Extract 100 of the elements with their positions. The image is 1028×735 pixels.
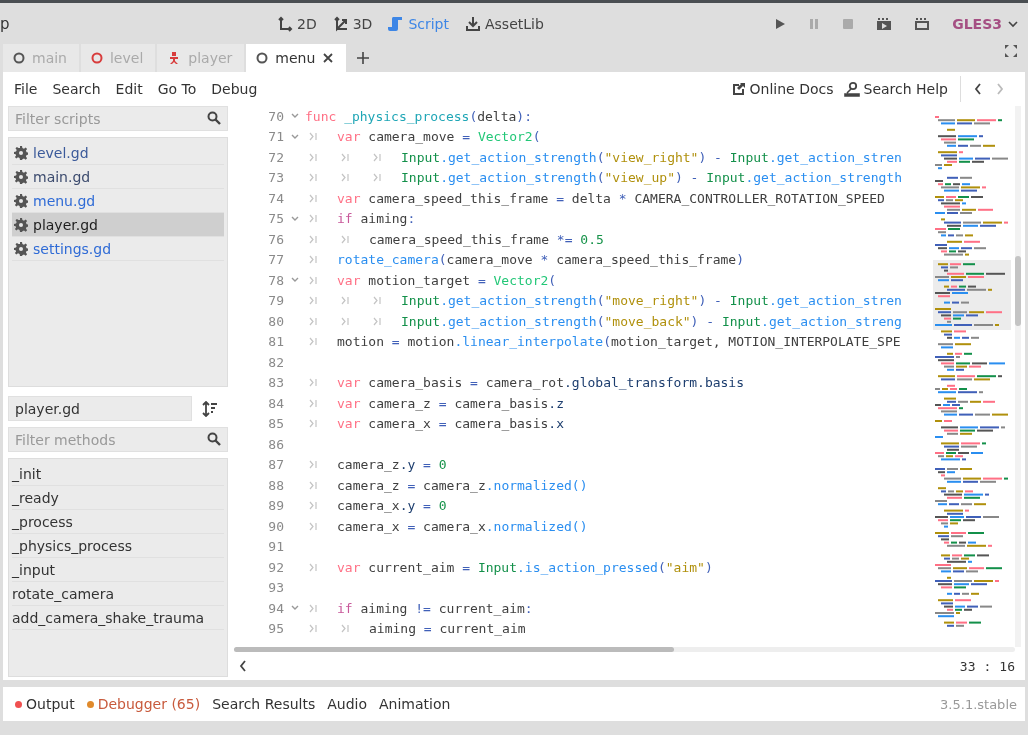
menu-item[interactable]: Debug <box>211 81 258 97</box>
line-number: 95 <box>267 621 284 637</box>
code-token: camera_x <box>367 416 431 432</box>
renderer-dropdown[interactable]: GLES3 <box>952 15 1018 32</box>
method-item[interactable]: _physics_process <box>12 534 224 558</box>
method-item[interactable]: rotate_camera <box>12 582 224 606</box>
code-token: ( <box>596 313 605 329</box>
method-item[interactable]: _ready <box>12 486 224 510</box>
code-token: _physics_process <box>344 108 470 124</box>
code-token: Input <box>477 559 518 575</box>
close-icon[interactable] <box>322 52 335 64</box>
help-button[interactable]: Online Docs <box>731 81 834 97</box>
code-token: .is_action_pressed <box>517 559 658 575</box>
code-token: Vector2 <box>477 129 533 145</box>
code-token: camera_z <box>337 457 400 473</box>
bottom-panel-tab[interactable]: Search Results <box>208 696 324 712</box>
tab-marker-icon <box>309 337 317 347</box>
line-number: 73 <box>267 170 284 186</box>
code-token: "move_right" <box>604 293 699 309</box>
forward-icon[interactable] <box>995 82 1005 96</box>
script-item[interactable]: player.gd <box>12 213 224 237</box>
tab-marker-icon <box>309 501 317 511</box>
code-token: aiming <box>359 211 408 227</box>
method-item[interactable]: _input <box>12 558 224 582</box>
line-number: 84 <box>267 395 284 411</box>
code-token: current_aim <box>439 621 526 637</box>
fullscreen-icon[interactable] <box>1004 44 1018 58</box>
tab-marker-icon <box>341 152 349 162</box>
code-token: delta <box>571 190 611 206</box>
filter-methods-field[interactable]: Filter methods <box>8 427 228 452</box>
menu-item[interactable]: Search <box>52 81 101 97</box>
play-icon[interactable] <box>774 17 787 30</box>
code-token: var <box>337 559 361 575</box>
code-token: ( <box>596 293 605 309</box>
tab-marker-icon <box>309 214 317 224</box>
line-number: 71 <box>267 129 284 145</box>
code-token: ( <box>532 129 541 145</box>
code-token: motion_target, MOTION_INTERPOLATE_SPE <box>610 334 901 350</box>
menu-item[interactable]: File <box>14 81 38 97</box>
code-token: .y <box>399 457 416 473</box>
code-token: camera_z <box>337 477 400 493</box>
bottom-panel-tab[interactable]: Output <box>11 696 83 712</box>
bottom-panel-tab[interactable]: Animation <box>375 696 459 712</box>
line-number: 90 <box>267 518 284 534</box>
code-token: var <box>337 190 361 206</box>
add-tab-icon[interactable] <box>356 51 371 65</box>
code-token: = <box>422 621 433 637</box>
script-item[interactable]: main.gd <box>12 165 224 189</box>
filter-scripts-field[interactable]: Filter scripts <box>8 106 228 131</box>
tab-marker-icon <box>341 316 349 326</box>
code-token: .get_action_stren <box>768 149 902 165</box>
clapper-icon[interactable] <box>914 16 931 31</box>
code-token: "aim" <box>665 559 705 575</box>
code-token: != <box>414 600 432 616</box>
code-token: motion <box>337 334 384 350</box>
code-token: var <box>337 395 361 411</box>
line-number: 93 <box>267 580 284 596</box>
pause-icon[interactable] <box>808 17 821 30</box>
code-token: : <box>524 600 533 616</box>
scroll-icon <box>388 15 405 32</box>
scrollbar-thumb[interactable] <box>234 647 674 652</box>
code-token: .get_action_stren <box>768 293 902 309</box>
menu-item[interactable]: Edit <box>115 81 143 97</box>
line-number: 89 <box>267 498 284 514</box>
tab-marker-icon <box>309 378 317 388</box>
scrollbar-thumb[interactable] <box>1015 256 1021 326</box>
help-button[interactable]: Search Help <box>843 81 948 97</box>
scene-tab[interactable]: menu <box>246 44 347 72</box>
script-item[interactable]: level.gd <box>12 141 224 165</box>
script-item[interactable]: settings.gd <box>12 237 224 261</box>
window-title: p <box>0 14 10 33</box>
method-item[interactable]: _process <box>12 510 224 534</box>
back-icon[interactable] <box>973 82 983 96</box>
code-token: aiming <box>369 621 416 637</box>
stop-icon[interactable] <box>842 17 855 30</box>
workspace-tab[interactable]: 2D <box>270 11 324 36</box>
current-script-label: player.gd <box>8 396 192 421</box>
code-token: camera_z <box>367 395 431 411</box>
collapse-panel-icon[interactable] <box>238 659 248 673</box>
code-token: camera_speed_this_frame <box>556 252 737 268</box>
bottom-panel-tab[interactable]: Debugger (65) <box>82 696 209 712</box>
bottom-panel-tab[interactable]: Audio <box>323 696 376 712</box>
workspace-tab[interactable]: 3D <box>325 11 380 36</box>
code-token: .get_action_strength <box>440 293 597 309</box>
method-item[interactable]: add_camera_shake_trauma <box>12 606 224 630</box>
clapper-play-icon[interactable] <box>876 16 893 31</box>
code-token: var <box>337 416 361 432</box>
tab-marker-icon <box>309 624 317 634</box>
sort-icon[interactable] <box>202 400 218 417</box>
code-token: 0.5 <box>580 231 604 247</box>
method-item[interactable]: _init <box>12 462 224 486</box>
line-number: 77 <box>267 252 284 268</box>
code-token: ( <box>596 149 605 165</box>
code-token: "view_up" <box>604 170 675 186</box>
workspace-tab[interactable]: AssetLib <box>458 11 551 36</box>
tab-marker-icon <box>309 296 317 306</box>
code-token: ) - <box>698 149 723 165</box>
code-token: .z <box>548 395 564 411</box>
cursor-position: 16 <box>999 658 1015 674</box>
menu-item[interactable]: Go To <box>157 81 197 97</box>
